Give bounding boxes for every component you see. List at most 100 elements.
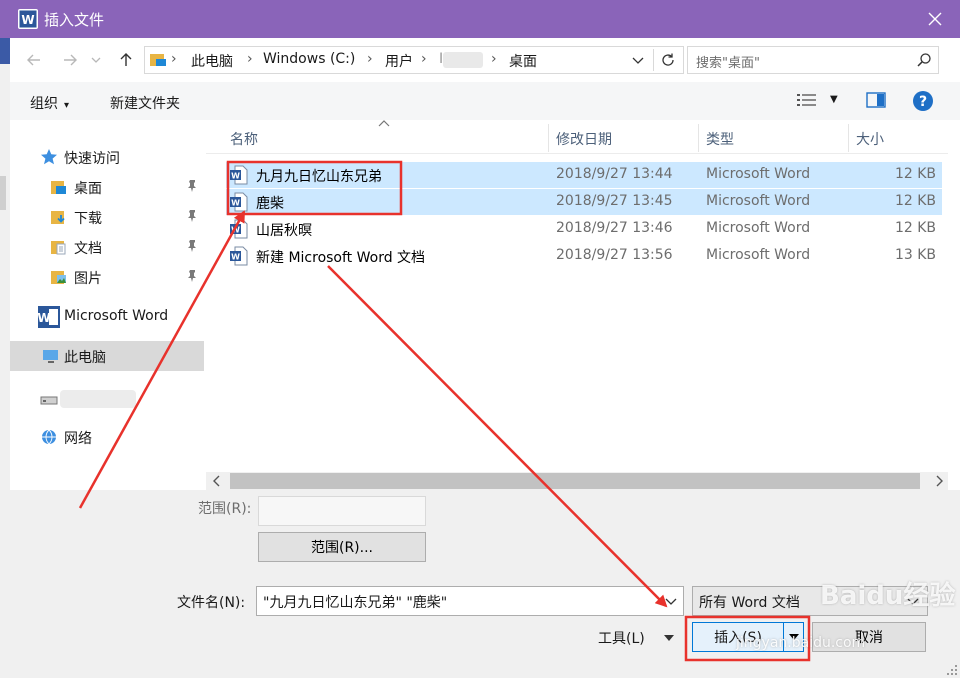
preview-pane-icon[interactable] — [866, 92, 886, 108]
nav-item-label: Microsoft Word — [64, 308, 169, 324]
file-type-value: 所有 Word 文档 — [699, 595, 800, 611]
breadcrumb-separator: › — [247, 51, 253, 67]
nav-item-label: 网络 — [64, 431, 92, 447]
address-dropdown-button[interactable] — [631, 50, 651, 70]
file-size: 13 KB — [894, 247, 936, 263]
file-row[interactable]: W 九月九日忆山东兄弟 2018/9/27 13:44 Microsoft Wo… — [226, 162, 942, 188]
chevron-down-icon[interactable] — [665, 595, 677, 607]
scroll-right-icon[interactable] — [934, 474, 944, 488]
breadcrumb-separator: › — [421, 51, 427, 67]
breadcrumb-this-pc[interactable]: 此电脑 — [191, 51, 233, 71]
nav-quick-access[interactable]: 快速访问 — [10, 142, 204, 172]
file-name: 山居秋暝 — [256, 223, 312, 239]
file-name: 九月九日忆山东兄弟 — [256, 169, 382, 185]
view-details-icon[interactable] — [796, 92, 818, 108]
nav-item-documents[interactable]: 文档 — [10, 232, 204, 262]
arrow-up-icon — [120, 53, 132, 66]
search-box[interactable]: 搜索"桌面" — [687, 46, 939, 74]
background-window-fragment — [0, 176, 6, 210]
pin-icon — [186, 179, 198, 197]
scrollbar-thumb[interactable] — [230, 473, 920, 489]
nav-item-this-pc[interactable]: 此电脑 — [10, 341, 204, 371]
address-bar[interactable]: › 此电脑 › Windows (C:) › 用户 › I › 桌面 — [144, 46, 684, 74]
nav-item-label: 图片 — [74, 271, 102, 287]
nav-item-desktop[interactable]: 桌面 — [10, 172, 204, 202]
range-label: 范围(R): — [198, 501, 252, 517]
refresh-button[interactable] — [653, 49, 681, 71]
svg-text:W: W — [231, 226, 240, 235]
search-placeholder: 搜索"桌面" — [696, 56, 760, 71]
organize-button[interactable]: 组织 ▾ — [30, 93, 69, 113]
arrow-right-icon — [64, 54, 77, 66]
word-document-icon: W — [230, 219, 248, 239]
nav-item-usb-drive[interactable] — [10, 382, 204, 412]
watermark-brand: Baidu经验 — [820, 581, 956, 611]
network-icon — [42, 429, 56, 445]
column-header-type[interactable]: 类型 — [706, 129, 734, 149]
background-window-edge — [0, 38, 10, 678]
refresh-icon — [661, 53, 674, 66]
svg-text:W: W — [38, 311, 51, 325]
breadcrumb-desktop[interactable]: 桌面 — [509, 51, 537, 71]
breadcrumb-separator: › — [491, 51, 497, 67]
file-row[interactable]: W 山居秋暝 2018/9/27 13:46 Microsoft Word 12… — [226, 216, 942, 242]
watermark-url: jingyan.baidu.com — [736, 635, 866, 651]
column-headers: 名称 修改日期 类型 大小 — [206, 120, 948, 154]
column-header-date[interactable]: 修改日期 — [556, 129, 612, 149]
file-size: 12 KB — [894, 220, 936, 236]
nav-item-pictures[interactable]: 图片 — [10, 262, 204, 292]
tools-button[interactable]: 工具(L) — [598, 628, 645, 648]
nav-item-microsoft-word[interactable]: W Microsoft Word — [10, 302, 204, 332]
file-list: 名称 修改日期 类型 大小 W 九月九日忆山东兄弟 2018/9/27 13:4… — [206, 120, 948, 472]
column-header-size[interactable]: 大小 — [856, 129, 884, 149]
svg-text:?: ? — [919, 94, 927, 110]
word-icon: W — [38, 306, 60, 328]
file-date: 2018/9/27 13:45 — [556, 193, 673, 209]
column-header-name[interactable]: 名称 — [230, 129, 258, 149]
forward-button[interactable] — [58, 48, 82, 72]
back-button[interactable] — [22, 48, 46, 72]
nav-item-network[interactable]: 网络 — [10, 422, 204, 452]
blurred-username — [443, 52, 483, 68]
pin-icon — [186, 269, 198, 287]
up-button[interactable] — [114, 48, 138, 72]
range-button[interactable]: 范围(R)... — [258, 532, 426, 562]
folder-desktop-icon — [51, 181, 66, 194]
file-row[interactable]: W 鹿柴 2018/9/27 13:45 Microsoft Word 12 K… — [226, 189, 942, 215]
file-name: 新建 Microsoft Word 文档 — [256, 250, 426, 266]
file-row[interactable]: W 新建 Microsoft Word 文档 2018/9/27 13:56 M… — [226, 243, 942, 269]
nav-item-downloads[interactable]: 下载 — [10, 202, 204, 232]
close-button[interactable] — [920, 4, 950, 34]
file-type: Microsoft Word — [706, 220, 811, 236]
filename-label: 文件名(N): — [177, 595, 246, 611]
baidu-watermark: Baidu经验 jingyan.baidu.com — [736, 575, 956, 651]
word-app-icon: W — [18, 9, 38, 29]
help-icon[interactable]: ? — [912, 90, 934, 112]
file-size: 12 KB — [894, 193, 936, 209]
horizontal-scrollbar[interactable] — [206, 472, 948, 490]
chevron-down-icon — [91, 57, 101, 63]
sort-ascending-icon — [378, 120, 390, 127]
resize-grip-icon[interactable] — [946, 664, 958, 676]
word-document-icon: W — [230, 165, 248, 185]
filename-field[interactable]: "九月九日忆山东兄弟" "鹿柴" — [256, 586, 684, 616]
file-name: 鹿柴 — [256, 196, 284, 212]
pin-icon — [186, 239, 198, 257]
nav-item-label: 文档 — [74, 241, 102, 257]
file-date: 2018/9/27 13:46 — [556, 220, 673, 236]
usb-drive-icon — [40, 396, 58, 405]
view-options-dropdown[interactable]: ▼ — [830, 94, 838, 105]
svg-text:W: W — [231, 199, 240, 208]
file-type: Microsoft Word — [706, 247, 811, 263]
scroll-left-icon[interactable] — [212, 474, 222, 488]
arrow-left-icon — [27, 54, 40, 66]
breadcrumb-separator: › — [171, 51, 177, 67]
breadcrumb-users[interactable]: 用户 — [385, 51, 413, 71]
range-input — [258, 496, 426, 526]
folder-pictures-icon — [51, 271, 66, 284]
recent-locations-button[interactable] — [88, 48, 104, 72]
new-folder-button[interactable]: 新建文件夹 — [110, 93, 180, 113]
caret-down-icon[interactable] — [664, 634, 674, 642]
breadcrumb-drive-c[interactable]: Windows (C:) — [263, 51, 355, 67]
search-icon[interactable] — [916, 52, 932, 68]
